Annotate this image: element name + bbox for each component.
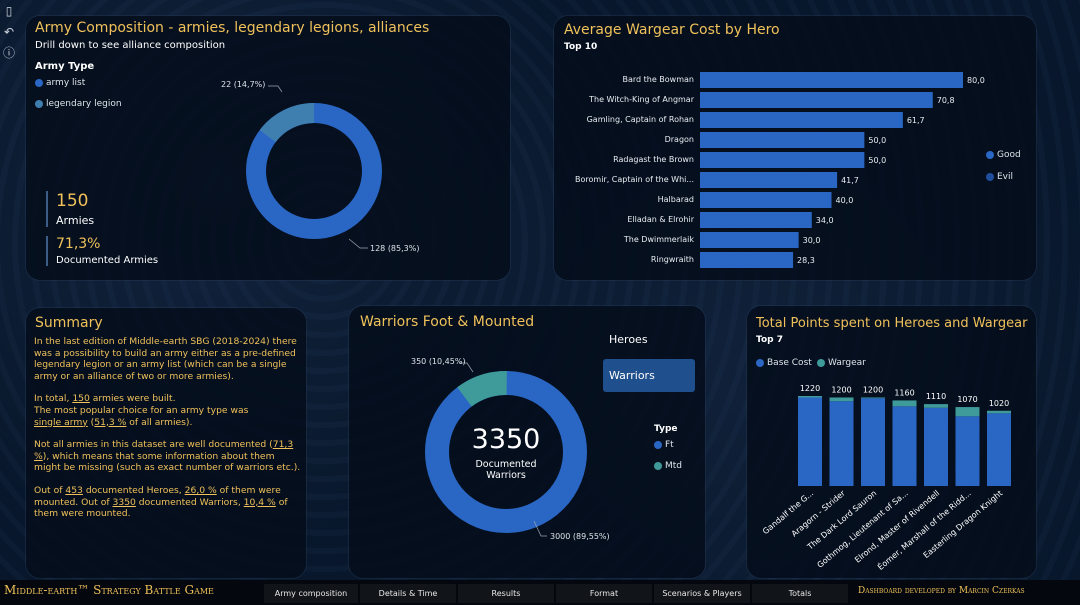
summary-paragraph: Not all armies in this dataset are well … xyxy=(34,439,301,474)
total-points-card: Total Points spent on Heroes and Wargear… xyxy=(747,306,1036,578)
wargear-bar[interactable] xyxy=(955,407,980,417)
wargear-bar[interactable] xyxy=(892,400,917,407)
wargear-bar[interactable] xyxy=(700,232,799,248)
legend-dot xyxy=(654,461,662,470)
base-cost-bar[interactable] xyxy=(955,416,980,486)
wargear-bar-value: 34,0 xyxy=(816,216,834,225)
wargear-bar[interactable] xyxy=(700,152,865,168)
wargear-bar-value: 80,0 xyxy=(967,76,985,85)
total-value-label: 1110 xyxy=(926,392,946,401)
bookmark-icon[interactable]: ▯ xyxy=(3,4,15,18)
wargear-bar-value: 50,0 xyxy=(868,136,886,145)
wargear-bar[interactable] xyxy=(987,410,1011,414)
leader-line xyxy=(268,85,283,93)
slice-label-mounted: 350 (10,45%) xyxy=(411,357,466,366)
nav-tab-details-time[interactable]: Details & Time xyxy=(360,584,456,603)
summary-paragraph: In the last edition of Middle-earth SBG … xyxy=(34,336,297,382)
legend-title: Type xyxy=(654,424,678,434)
total-value-label: 1020 xyxy=(989,399,1009,408)
wargear-bar[interactable] xyxy=(829,397,854,402)
army-composition-card: Army Composition - armies, legendary leg… xyxy=(26,16,510,280)
wargear-bar[interactable] xyxy=(924,404,948,408)
legend-item-ft[interactable]: Ft xyxy=(654,440,674,450)
total-value-label: 1160 xyxy=(894,388,914,397)
summary-card: Summary In the last edition of Middle-ea… xyxy=(26,308,306,578)
wargear-bar[interactable] xyxy=(700,132,865,148)
category-label: Aragorn - Strider xyxy=(790,488,848,538)
leader-line xyxy=(348,238,368,249)
wargear-bar-value: 61,7 xyxy=(907,116,925,125)
help-icon[interactable]: ⓘ xyxy=(3,46,15,60)
total-value-label: 1220 xyxy=(800,384,820,393)
center-value: 3350 xyxy=(471,424,541,455)
base-cost-bar[interactable] xyxy=(892,406,917,486)
base-cost-bar[interactable] xyxy=(987,413,1011,486)
left-toolbar: ▯ ↶ ⓘ xyxy=(0,0,18,80)
legend-dot xyxy=(986,172,994,181)
wargear-bar[interactable] xyxy=(700,92,933,108)
undo-icon[interactable]: ↶ xyxy=(3,25,15,39)
slice-label-legendary: 22 (14,7%) xyxy=(221,80,266,89)
wargear-bar[interactable] xyxy=(798,396,822,398)
wargear-bar[interactable] xyxy=(700,72,963,88)
legend-item-mtd[interactable]: Mtd xyxy=(654,461,682,471)
army-type-donut[interactable] xyxy=(26,16,510,280)
legend-item-good[interactable]: Good xyxy=(986,150,1021,160)
legend-item-evil[interactable]: Evil xyxy=(986,172,1013,182)
wargear-bar-value: 40,0 xyxy=(836,196,854,205)
legend-label: Good xyxy=(997,150,1021,160)
wargear-bar[interactable] xyxy=(861,397,885,399)
nav-tab-results[interactable]: Results xyxy=(458,584,554,603)
legend-label: Ft xyxy=(665,440,674,450)
total-points-bar-chart[interactable]: 1220 Gandalf the G... 1200 Aragorn - Stride… xyxy=(747,306,1036,578)
category-label: Gandalf the G... xyxy=(761,489,815,537)
brand-left: Middle-earth™ Strategy Battle Game xyxy=(4,583,214,597)
wargear-bar-value: 41,7 xyxy=(841,176,859,185)
nav-tab-scenarios-players[interactable]: Scenarios & Players xyxy=(654,584,750,603)
legend-label: Mtd xyxy=(665,461,683,471)
nav-tab-army-composition[interactable]: Army composition xyxy=(264,584,358,603)
card-title: Summary xyxy=(35,315,103,331)
total-value-label: 1070 xyxy=(957,395,977,404)
total-value-label: 1200 xyxy=(863,385,883,394)
summary-paragraph: Out of 453 documented Heroes, 26,0 % of … xyxy=(34,484,288,520)
wargear-bar[interactable] xyxy=(700,112,903,128)
center-label: Documented Warriors xyxy=(475,459,537,481)
summary-paragraph: In total, 150 armies were built. The mos… xyxy=(34,393,249,428)
brand-right: Dashboard developed by Marcin Czerkas xyxy=(858,586,1025,596)
base-cost-bar[interactable] xyxy=(924,407,948,486)
wargear-bar[interactable] xyxy=(700,192,832,208)
legend-label: Evil xyxy=(997,172,1014,182)
wargear-card: Average Wargear Cost by Hero Top 10 Bard… xyxy=(554,16,1036,280)
wargear-bar-value: 50,0 xyxy=(868,156,886,165)
wargear-bar-value: 28,3 xyxy=(797,256,815,265)
wargear-bar-value: 30,0 xyxy=(803,236,821,245)
nav-tab-totals[interactable]: Totals xyxy=(752,584,848,603)
base-cost-bar[interactable] xyxy=(798,397,822,486)
base-cost-bar[interactable] xyxy=(829,401,854,486)
wargear-bar[interactable] xyxy=(700,212,812,228)
slice-label-foot: 3000 (89,55%) xyxy=(550,532,610,541)
legend-dot xyxy=(654,440,662,449)
slice-label-army-list: 128 (85,3%) xyxy=(370,244,420,253)
nav-tab-format[interactable]: Format xyxy=(556,584,652,603)
total-value-label: 1200 xyxy=(831,385,851,394)
wargear-bar[interactable] xyxy=(700,252,794,268)
legend-dot xyxy=(986,150,994,159)
wargear-bar[interactable] xyxy=(700,172,838,188)
summary-text: In the last edition of Middle-earth SBG … xyxy=(34,336,304,531)
warriors-card: Warriors Foot & Mounted Heroes Warriors … xyxy=(349,306,705,578)
wargear-bar-value: 70,8 xyxy=(937,96,955,105)
base-cost-bar[interactable] xyxy=(861,398,885,486)
wargear-bar-chart[interactable]: 80,0 70,8 61,7 50,0 50,0 41,7 40,0 34,0 30,0 28,3 xyxy=(554,16,1036,280)
